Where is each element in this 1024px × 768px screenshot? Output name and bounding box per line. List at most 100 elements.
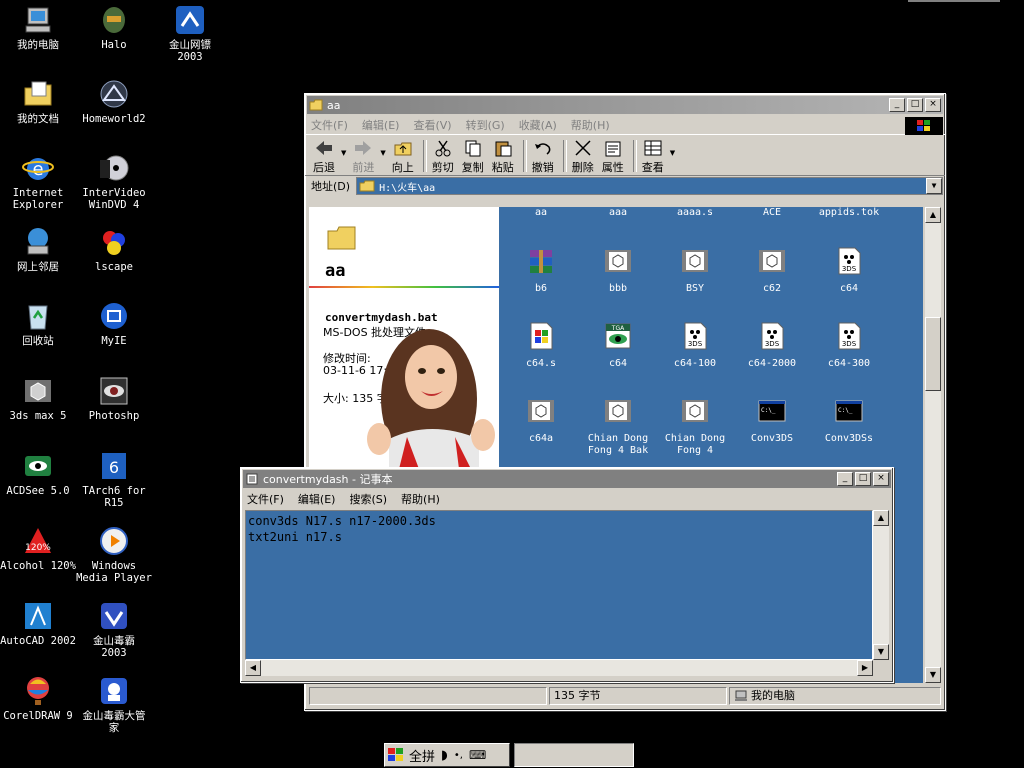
webview-rainbow-divider [309, 286, 499, 288]
file-item-conv3ds[interactable]: C:\_ Conv3DS [734, 397, 810, 445]
menu-help[interactable]: 帮助(H) [571, 117, 610, 133]
back-button[interactable]: 后退 [311, 139, 337, 175]
up-button[interactable]: 向上 [390, 139, 416, 175]
desktop-icon-photoshop[interactable]: Photoshp [76, 375, 152, 422]
menu-go[interactable]: 转到(G) [466, 117, 505, 133]
desktop-icon-3dsmax[interactable]: 3ds max 5 [0, 375, 76, 422]
file-item-c62[interactable]: c62 [734, 247, 810, 295]
desktop-icon-recycle-bin[interactable]: 回收站 [0, 300, 76, 347]
properties-button[interactable]: 属性 [600, 139, 626, 175]
copy-button[interactable]: 复制 [460, 139, 486, 175]
menu-help[interactable]: 帮助(H) [401, 491, 440, 507]
views-dropdown-icon[interactable]: ▼ [670, 149, 675, 157]
minimize-button[interactable]: _ [889, 98, 905, 112]
minimize-button[interactable]: _ [837, 472, 853, 486]
forward-button[interactable]: 前进 [350, 139, 376, 175]
explorer-vertical-scrollbar[interactable]: ▲ ▼ [925, 207, 941, 683]
forward-arrow-icon [355, 141, 372, 155]
notepad-text-area[interactable]: conv3ds N17.s n17-2000.3ds txt2uni n17.s [245, 510, 873, 660]
ime-keyboard-icon[interactable]: ⌨ [469, 748, 486, 762]
resize-grip[interactable] [873, 660, 889, 676]
file-item-c64-tga[interactable]: TGA c64 [580, 322, 656, 370]
close-button[interactable]: × [873, 472, 889, 486]
maximize-button[interactable]: □ [855, 472, 871, 486]
menu-search[interactable]: 搜索(S) [349, 491, 387, 507]
desktop-icon-lscape[interactable]: lscape [76, 226, 152, 273]
desktop-icon-homeworld2[interactable]: Homeworld2 [76, 78, 152, 125]
back-dropdown-icon[interactable]: ▼ [341, 149, 346, 157]
desktop-icon-my-computer[interactable]: 我的电脑 [0, 4, 76, 51]
file-item-aa[interactable]: aa [503, 207, 579, 219]
file-item-c64-300[interactable]: 3DS c64-300 [811, 322, 887, 370]
address-input[interactable]: H:\火车\aa ▼ [356, 177, 943, 195]
scroll-up-button[interactable]: ▲ [873, 510, 889, 526]
desktop-icon-kingsoft-av[interactable]: 金山毒霸 2003 [76, 600, 152, 659]
scroll-thumb[interactable] [925, 317, 941, 391]
paste-button[interactable]: 粘贴 [490, 139, 516, 175]
file-item-c64-2000[interactable]: 3DS c64-2000 [734, 322, 810, 370]
svg-text:C:\_: C:\_ [838, 407, 853, 414]
menu-file[interactable]: 文件(F) [311, 117, 348, 133]
status-pane-zone: 我的电脑 [729, 687, 941, 705]
desktop-icon-halo[interactable]: Halo [76, 4, 152, 51]
file-item-bbb[interactable]: bbb [580, 247, 656, 295]
views-button[interactable]: 查看 [640, 139, 666, 175]
scroll-up-button[interactable]: ▲ [925, 207, 941, 223]
ime-half-width-icon[interactable]: ◗ [441, 748, 448, 763]
menu-edit[interactable]: 编辑(E) [362, 117, 400, 133]
close-button[interactable]: × [925, 98, 941, 112]
file-item-b6[interactable]: b6 [503, 247, 579, 295]
ime-mode-label[interactable]: 全拼 [407, 746, 437, 765]
file-item-bsy[interactable]: BSY [657, 247, 733, 295]
file-item-aaa[interactable]: aaa [580, 207, 656, 219]
file-item-ace[interactable]: ACE [734, 207, 810, 219]
windows-logo-icon [905, 117, 943, 135]
desktop-icon-media-player[interactable]: Windows Media Player [76, 525, 152, 584]
file-item-appids[interactable]: appids.tok [811, 207, 887, 219]
scroll-down-button[interactable]: ▼ [925, 667, 941, 683]
file-item-chian-dong-bak[interactable]: Chian Dong Fong 4 Bak [580, 397, 656, 457]
back-label: 后退 [313, 161, 335, 174]
menu-view[interactable]: 查看(V) [413, 117, 451, 133]
address-dropdown-button[interactable]: ▼ [926, 178, 942, 194]
desktop-icon-myie[interactable]: MyIE [76, 300, 152, 347]
menu-file[interactable]: 文件(F) [247, 491, 284, 507]
desktop-icon-alcohol[interactable]: 120% Alcohol 120% [0, 525, 76, 572]
menu-edit[interactable]: 编辑(E) [298, 491, 336, 507]
notepad-title-bar[interactable]: convertmydash - 记事本 _ □ × [243, 470, 891, 488]
notepad-horizontal-scrollbar[interactable]: ◀ ▶ [245, 660, 873, 676]
menu-favorites[interactable]: 收藏(A) [519, 117, 557, 133]
file-item-chian-dong[interactable]: Chian Dong Fong 4 [657, 397, 733, 457]
desktop-icon-network[interactable]: 网上邻居 [0, 226, 76, 273]
delete-button[interactable]: 删除 [570, 139, 596, 175]
desktop-icon-autocad[interactable]: AutoCAD 2002 [0, 600, 76, 647]
file-item-c64a[interactable]: c64a [503, 397, 579, 445]
maximize-button[interactable]: □ [907, 98, 923, 112]
ime-punctuation-icon[interactable]: •, [454, 750, 463, 761]
copy-label: 复制 [461, 161, 484, 174]
desktop-icon-windvd[interactable]: InterVideo WinDVD 4 [76, 152, 152, 211]
notepad-vertical-scrollbar[interactable]: ▲ ▼ [873, 510, 889, 660]
undo-button[interactable]: 撤销 [530, 139, 556, 175]
file-item-conv3dss[interactable]: C:\_ Conv3DSs [811, 397, 887, 445]
desktop-icon-kingsoft-firewall[interactable]: 金山网镖 2003 [152, 4, 228, 63]
cut-button[interactable]: 剪切 [430, 139, 456, 175]
ime-toolbar[interactable]: 全拼 ◗ •, ⌨ [384, 743, 510, 767]
desktop-icon-internet-explorer[interactable]: e Internet Explorer [0, 152, 76, 211]
forward-dropdown-icon[interactable]: ▼ [380, 149, 385, 157]
scroll-left-button[interactable]: ◀ [245, 660, 261, 676]
desktop-icon-acdsee[interactable]: ACDSee 5.0 [0, 450, 76, 497]
desktop-icon-kingsoft-manager[interactable]: 金山毒霸大管 家 [76, 675, 152, 734]
notepad-window[interactable]: convertmydash - 记事本 _ □ × 文件(F) 编辑(E) 搜索… [240, 467, 894, 683]
file-item-c64-100[interactable]: 3DS c64-100 [657, 322, 733, 370]
explorer-title-bar[interactable]: aa _ □ × [307, 96, 943, 114]
desktop-icon-tarch[interactable]: 6 TArch6 for R15 [76, 450, 152, 509]
file-item-aaaa-s[interactable]: aaaa.s [657, 207, 733, 219]
scroll-down-button[interactable]: ▼ [873, 644, 889, 660]
file-item-c64-3ds[interactable]: 3DS c64 [811, 247, 887, 295]
desktop-icon-label: Halo [101, 39, 127, 51]
desktop-icon-coreldraw[interactable]: CorelDRAW 9 [0, 675, 76, 722]
desktop-icon-my-documents[interactable]: 我的文档 [0, 78, 76, 125]
file-item-c64-s[interactable]: c64.s [503, 322, 579, 370]
scroll-right-button[interactable]: ▶ [857, 660, 873, 676]
